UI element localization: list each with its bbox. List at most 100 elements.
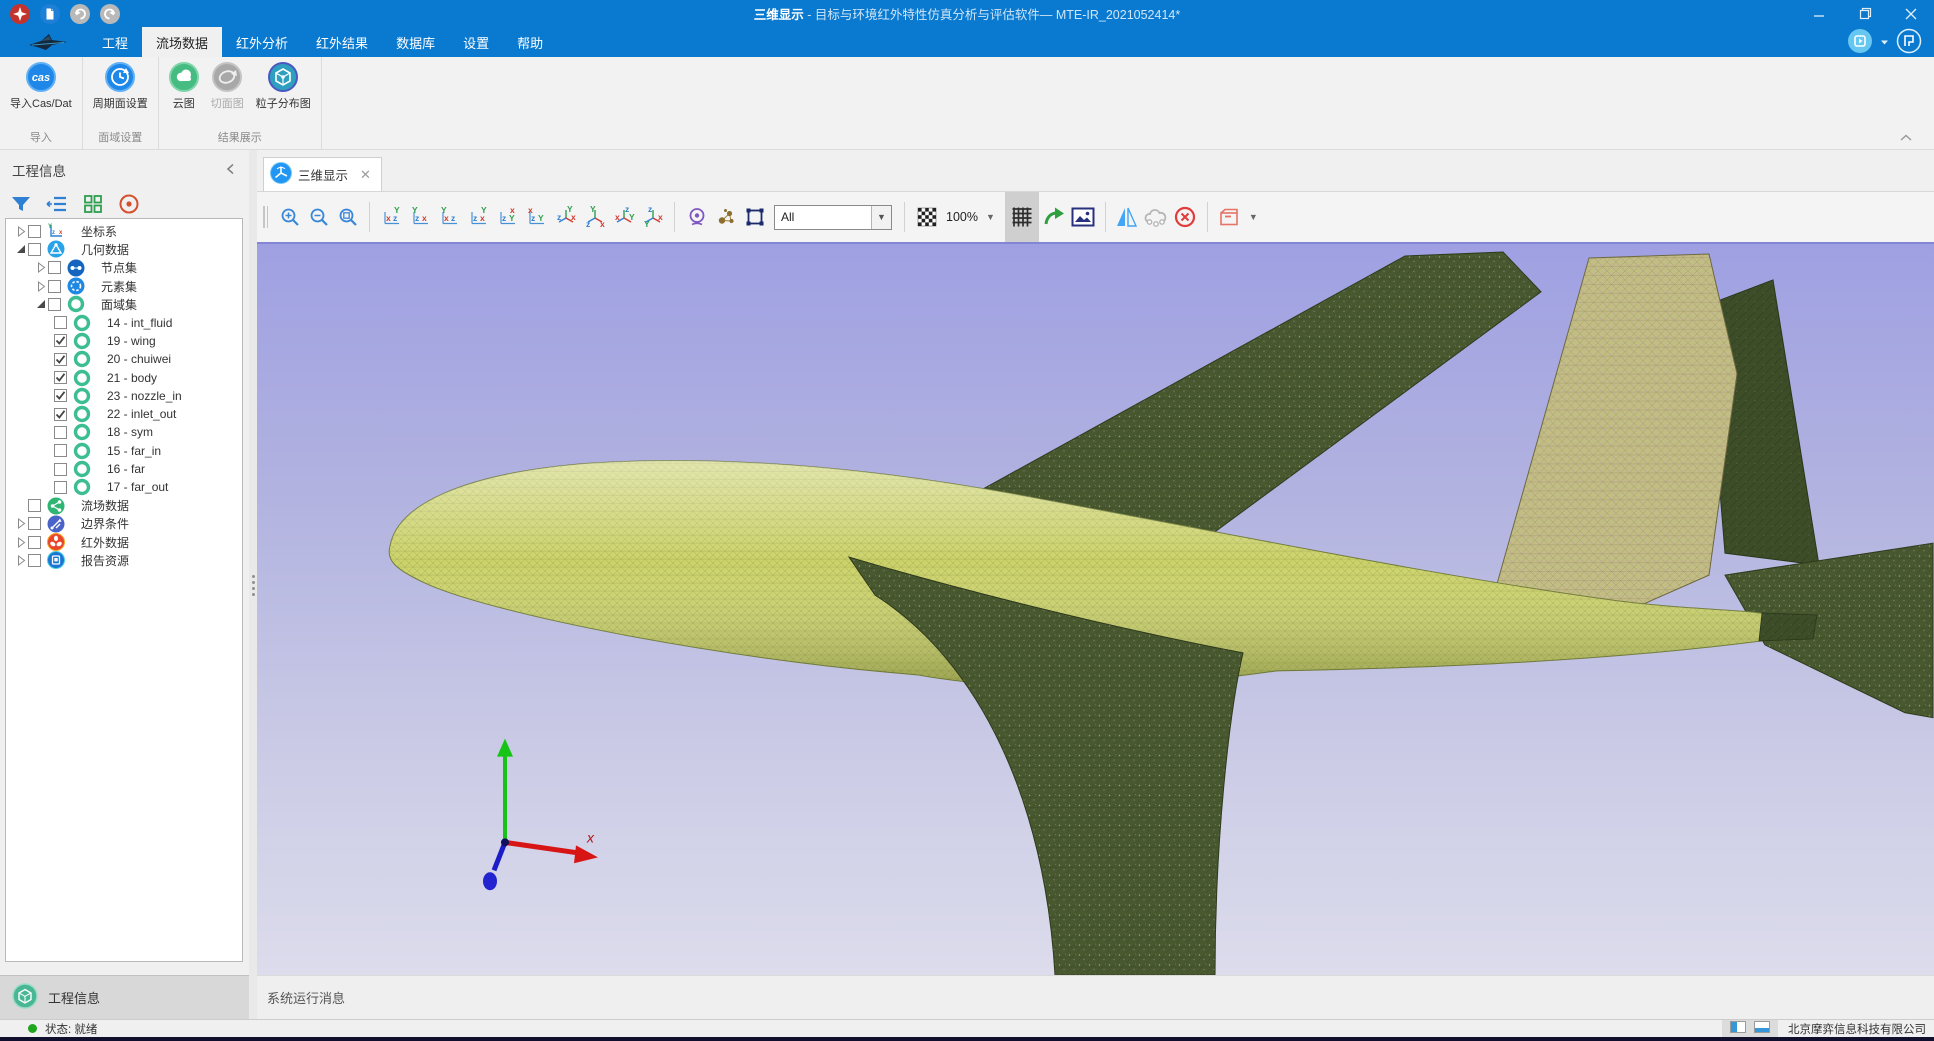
redo-button[interactable] <box>100 4 120 24</box>
mirror-button[interactable] <box>1114 204 1141 231</box>
message-panel-header[interactable]: 系统运行消息 <box>257 975 1934 1019</box>
tree-checkbox[interactable] <box>28 225 41 238</box>
tree-item-19-wing[interactable]: 19 - wing <box>6 332 242 350</box>
select-box-button[interactable] <box>741 204 768 231</box>
tree-checkbox[interactable] <box>48 298 61 311</box>
zoom-in-button[interactable] <box>276 204 303 231</box>
snapshot-button[interactable] <box>1070 204 1097 231</box>
menu-settings[interactable]: 设置 <box>449 27 503 57</box>
viewport-3d[interactable]: x <box>257 242 1934 975</box>
tree-expander[interactable] <box>14 535 28 549</box>
tree-item-15-far-in[interactable]: 15 - far_in <box>6 442 242 460</box>
restore-button[interactable] <box>1842 0 1888 27</box>
view-front-button[interactable]: xzY <box>378 204 405 231</box>
locate-button[interactable] <box>118 193 140 215</box>
tree-checkbox[interactable] <box>54 334 67 347</box>
tree-expander[interactable] <box>14 553 28 567</box>
splitter-handle[interactable] <box>251 575 255 601</box>
transparency-button[interactable] <box>913 204 940 231</box>
selection-filter-combo[interactable]: All▼ <box>774 205 892 230</box>
particles-button[interactable] <box>712 204 739 231</box>
tree-item-report-resources[interactable]: 报告资源 <box>6 551 242 569</box>
tree-expander[interactable] <box>14 517 28 531</box>
record-options-caret[interactable] <box>1880 35 1889 49</box>
tree-item-18-sym[interactable]: 18 - sym <box>6 423 242 441</box>
menu-database[interactable]: 数据库 <box>382 27 449 57</box>
view-iso-se-button[interactable]: zYx <box>610 204 637 231</box>
tree-expander[interactable] <box>14 242 28 256</box>
tree-item-17-far-out[interactable]: 17 - far_out <box>6 478 242 496</box>
particle-distribution-button[interactable]: 粒子分布图 <box>252 60 315 113</box>
tab-close-icon[interactable]: ✕ <box>360 167 371 183</box>
minimize-button[interactable] <box>1796 0 1842 27</box>
menu-engineering[interactable]: 工程 <box>88 27 142 57</box>
tree-checkbox[interactable] <box>28 536 41 549</box>
menu-flow-data[interactable]: 流场数据 <box>142 27 222 57</box>
undo-button[interactable] <box>70 4 90 24</box>
import-cas-dat-button[interactable]: cas导入Cas/Dat <box>6 60 76 113</box>
tree-checkbox[interactable] <box>54 353 67 366</box>
tree-checkbox[interactable] <box>54 389 67 402</box>
tree-checkbox[interactable] <box>28 554 41 567</box>
periodic-face-button[interactable]: 周期面设置 <box>89 60 152 113</box>
tree-item-20-chuiwei[interactable]: 20 - chuiwei <box>6 350 242 368</box>
tree-item-14-int-fluid[interactable]: 14 - int_fluid <box>6 313 242 331</box>
tree-item-surface-set[interactable]: 面域集 <box>6 295 242 313</box>
tree-checkbox[interactable] <box>48 261 61 274</box>
contour-button[interactable]: 云图 <box>165 60 203 113</box>
grid-toggle-button[interactable] <box>1005 192 1039 242</box>
view-iso-ne-button[interactable]: Yxz <box>552 204 579 231</box>
zoom-level-select[interactable]: 100%▼ <box>946 210 999 224</box>
project-panel-footer-button[interactable]: 工程信息 <box>0 975 249 1019</box>
grid-view-button[interactable] <box>82 193 104 215</box>
tree-checkbox[interactable] <box>28 499 41 512</box>
ribbon-collapse-button[interactable] <box>1900 131 1912 145</box>
view-bottom-button[interactable]: zYx <box>523 204 550 231</box>
tree-item-flow-data[interactable]: 流场数据 <box>6 496 242 514</box>
tree-expander[interactable] <box>14 224 28 238</box>
tree-item-16-far[interactable]: 16 - far <box>6 460 242 478</box>
tree-item-infrared-data[interactable]: 红外数据 <box>6 533 242 551</box>
bookmark-button[interactable] <box>1896 28 1922 57</box>
tree-item-geometry-data[interactable]: 几何数据 <box>6 240 242 258</box>
zoom-out-button[interactable] <box>305 204 332 231</box>
tree-item-boundary-conditions[interactable]: 边界条件 <box>6 515 242 533</box>
tree-checkbox[interactable] <box>54 463 67 476</box>
view-iso-sw-button[interactable]: zxY <box>639 204 666 231</box>
panel-bottom-layout-icon[interactable] <box>1754 1021 1770 1036</box>
tree-checkbox[interactable] <box>54 316 67 329</box>
outline-list-button[interactable] <box>46 193 68 215</box>
tree-checkbox[interactable] <box>54 481 67 494</box>
view-left-button[interactable]: xzY <box>436 204 463 231</box>
zoom-fit-button[interactable] <box>334 204 361 231</box>
new-doc-button[interactable] <box>40 4 60 24</box>
menu-help[interactable]: 帮助 <box>503 27 557 57</box>
tab-3d-view[interactable]: 三维显示 ✕ <box>263 157 382 191</box>
panel-collapse-button[interactable] <box>226 162 235 178</box>
remove-button[interactable] <box>1172 204 1199 231</box>
view-top-button[interactable]: zYx <box>494 204 521 231</box>
view-right-button[interactable]: zxY <box>465 204 492 231</box>
clip-box-caret[interactable]: ▼ <box>1249 212 1258 222</box>
view-back-button[interactable]: zxY <box>407 204 434 231</box>
clip-box-button[interactable] <box>1216 204 1243 231</box>
menu-ir-analysis[interactable]: 红外分析 <box>222 27 302 57</box>
tree-checkbox[interactable] <box>54 408 67 421</box>
tree-expander[interactable] <box>34 297 48 311</box>
light-button[interactable] <box>683 204 710 231</box>
tree-checkbox[interactable] <box>54 426 67 439</box>
tree-item-22-inlet-out[interactable]: 22 - inlet_out <box>6 405 242 423</box>
export-view-button[interactable] <box>1041 204 1068 231</box>
panel-splitter[interactable] <box>249 150 257 1019</box>
tree-expander[interactable] <box>34 279 48 293</box>
tree-expander[interactable] <box>34 261 48 275</box>
cloud-share-button[interactable] <box>1143 204 1170 231</box>
view-iso-nw-button[interactable]: Yxz <box>581 204 608 231</box>
tree-checkbox[interactable] <box>28 243 41 256</box>
tree-item-coordinate-system[interactable]: Yxz坐标系 <box>6 222 242 240</box>
tree-checkbox[interactable] <box>54 371 67 384</box>
tree-item-element-set[interactable]: 元素集 <box>6 277 242 295</box>
panel-left-layout-icon[interactable] <box>1730 1021 1746 1036</box>
tree-checkbox[interactable] <box>54 444 67 457</box>
record-button[interactable] <box>1847 28 1873 57</box>
